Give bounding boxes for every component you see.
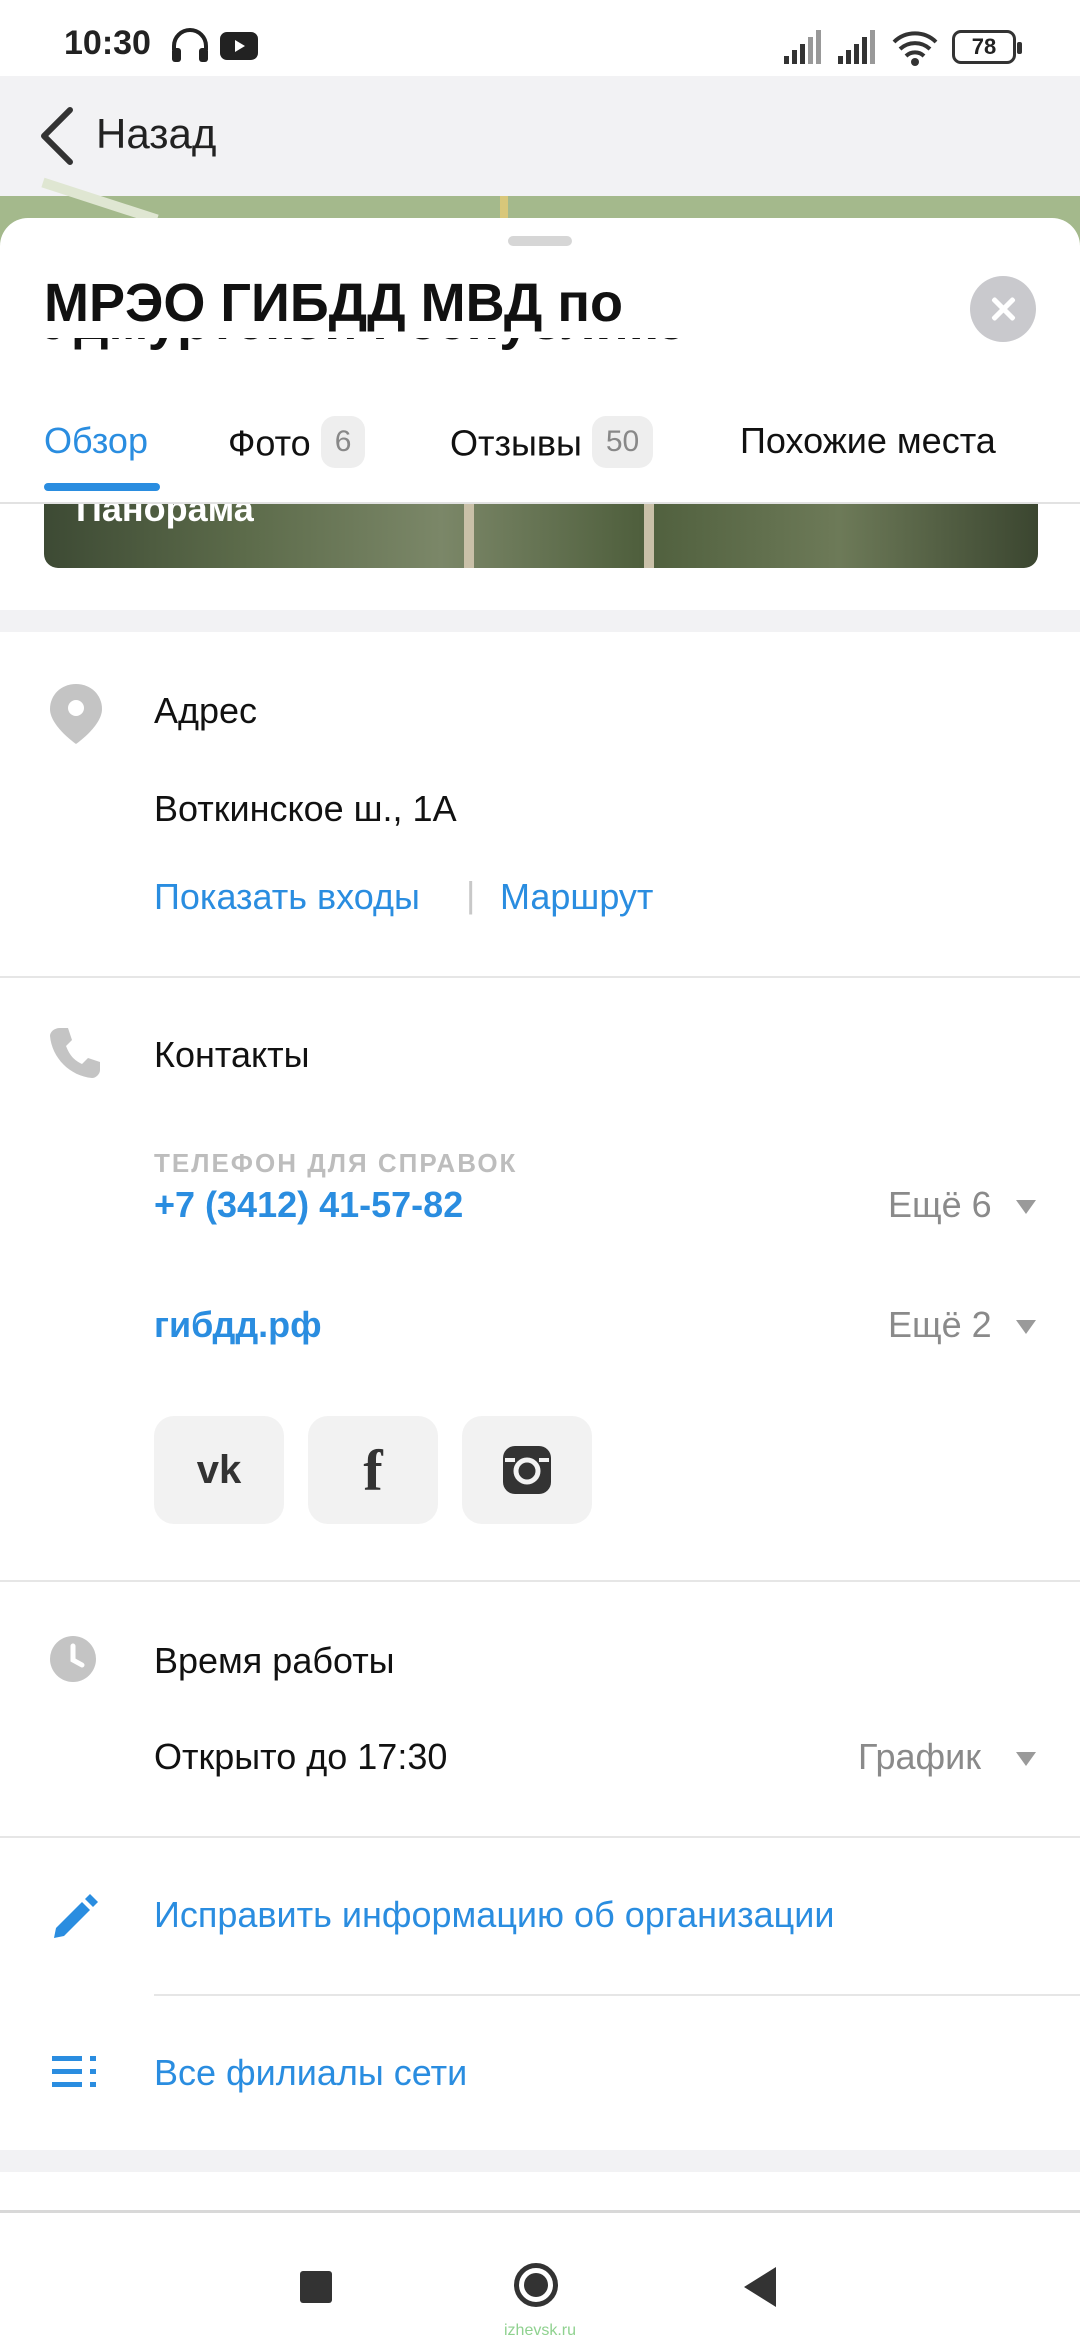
chevron-down-icon [1016,1200,1036,1214]
tab-photos-label: Фото [228,422,311,464]
panorama-preview[interactable]: Панорама [44,504,1038,568]
facebook-icon: f [363,1437,383,1503]
home-button[interactable] [514,2263,558,2307]
tab-photos[interactable]: Фото 6 [228,416,366,472]
tab-reviews[interactable]: Отзывы 50 [450,416,654,472]
show-entrances-link[interactable]: Показать входы [154,876,420,918]
website-link[interactable]: гибдд.рф [154,1304,322,1346]
address-title: Адрес [154,690,258,731]
schedule-button[interactable]: График [858,1736,981,1778]
signal-icon [784,30,821,64]
more-sites-button[interactable]: Ещё 2 [888,1304,992,1346]
status-time: 10:30 [64,24,151,62]
route-link[interactable]: Маршрут [500,876,653,918]
tab-reviews-label: Отзывы [450,422,582,464]
divider [0,1836,1080,1838]
phone-number-link[interactable]: +7 (3412) 41-57-82 [154,1184,463,1226]
close-button[interactable] [970,276,1036,342]
back-arrow-icon[interactable] [36,104,80,168]
panorama-label: Панорама [76,504,254,529]
phone-caption: ТЕЛЕФОН ДЛЯ СПРАВОК [154,1148,518,1178]
clock-icon [50,1636,96,1682]
battery-icon: 78 [952,30,1022,64]
instagram-icon [503,1446,551,1494]
place-title-second-line: Удмуртской Республике [44,338,944,354]
instagram-button[interactable] [462,1416,592,1524]
chevron-down-icon [1016,1320,1036,1334]
pencil-icon [54,1894,98,1938]
edit-organization-link[interactable]: Исправить информацию об организации [154,1894,834,1936]
chevron-down-icon [1016,1752,1036,1766]
tab-similar-places[interactable]: Похожие места [740,420,996,462]
divider [154,1994,1080,1996]
recent-apps-button[interactable] [300,2271,332,2303]
branches-list-icon [52,2056,96,2087]
signal-icon [838,30,875,64]
section-separator [0,2150,1080,2172]
tab-overview[interactable]: Обзор [44,420,148,462]
contacts-title: Контакты [154,1034,310,1075]
divider [0,976,1080,978]
more-phones-button[interactable]: Ещё 6 [888,1184,992,1226]
hours-value: Открыто до 17:30 [154,1736,448,1777]
vk-button[interactable]: vk [154,1416,284,1524]
headphones-icon [172,28,208,62]
watermark: izhevsk.ru [504,2322,577,2339]
link-separator: | [466,874,476,915]
tab-photos-count: 6 [320,416,366,468]
status-bar: 10:30 78 [0,0,1080,76]
tab-overview-label: Обзор [44,420,148,461]
divider [0,1580,1080,1582]
youtube-icon [220,32,258,60]
place-title: МРЭО ГИБДД МВД по [44,273,623,333]
vk-icon: vk [196,1447,242,1492]
back-button[interactable]: Назад [96,110,216,158]
facebook-button[interactable]: f [308,1416,438,1524]
hours-title: Время работы [154,1640,395,1681]
section-separator [0,610,1080,632]
address-value[interactable]: Воткинское ш., 1А [154,788,457,830]
phone-icon [50,1028,100,1078]
tab-bar: Обзор Фото 6 Отзывы 50 Похожие места [0,388,1080,491]
top-navigation-bar: Назад [0,76,1080,196]
location-pin-icon [50,684,102,744]
all-branches-link[interactable]: Все филиалы сети [154,2052,467,2094]
place-card-sheet: МРЭО ГИБДД МВД по Удмуртской Республике … [0,218,1080,2206]
tab-reviews-count: 50 [591,416,654,468]
sheet-drag-handle[interactable] [508,236,572,246]
wifi-icon [892,31,938,66]
tab-similar-label: Похожие места [740,420,996,461]
active-tab-indicator [44,483,160,491]
system-back-button[interactable] [744,2267,776,2307]
